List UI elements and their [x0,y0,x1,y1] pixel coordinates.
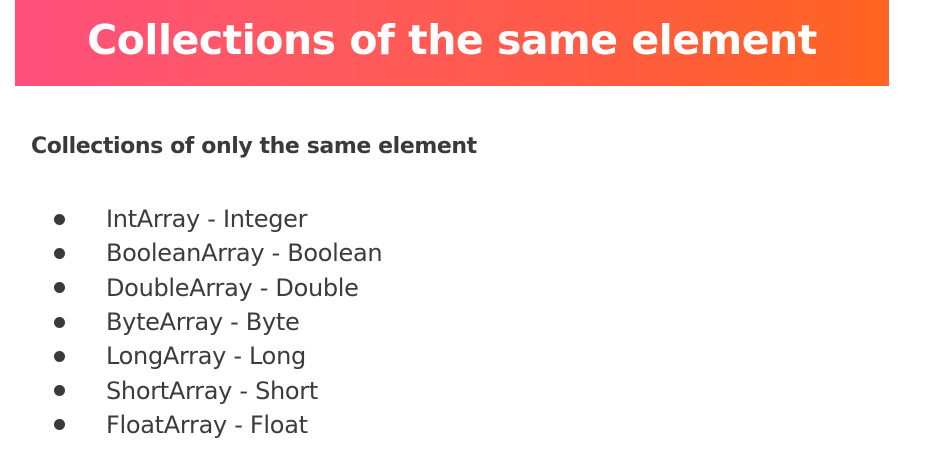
list-item-text: ShortArray - Short [106,376,318,405]
list-item-text: IntArray - Integer [106,205,308,234]
bullet-icon [54,247,65,259]
slide: Collections of the same element Collecti… [0,0,952,451]
slide-title: Collections of the same element [87,16,817,64]
list-item-text: BooleanArray - Boolean [106,239,383,268]
title-banner: Collections of the same element [15,0,889,86]
list-item-text: FloatArray - Float [106,410,308,439]
list-item-text: LongArray - Long [106,342,306,371]
list-item-text: ByteArray - Byte [106,308,300,337]
slide-subheading: Collections of only the same element [31,134,477,159]
bullet-icon [54,316,65,328]
bullet-icon [54,282,65,294]
bullet-icon [54,385,65,397]
bullet-icon [54,350,65,362]
bullet-icon [54,419,65,431]
bullet-icon [54,213,65,225]
list-item-text: DoubleArray - Double [106,273,359,302]
